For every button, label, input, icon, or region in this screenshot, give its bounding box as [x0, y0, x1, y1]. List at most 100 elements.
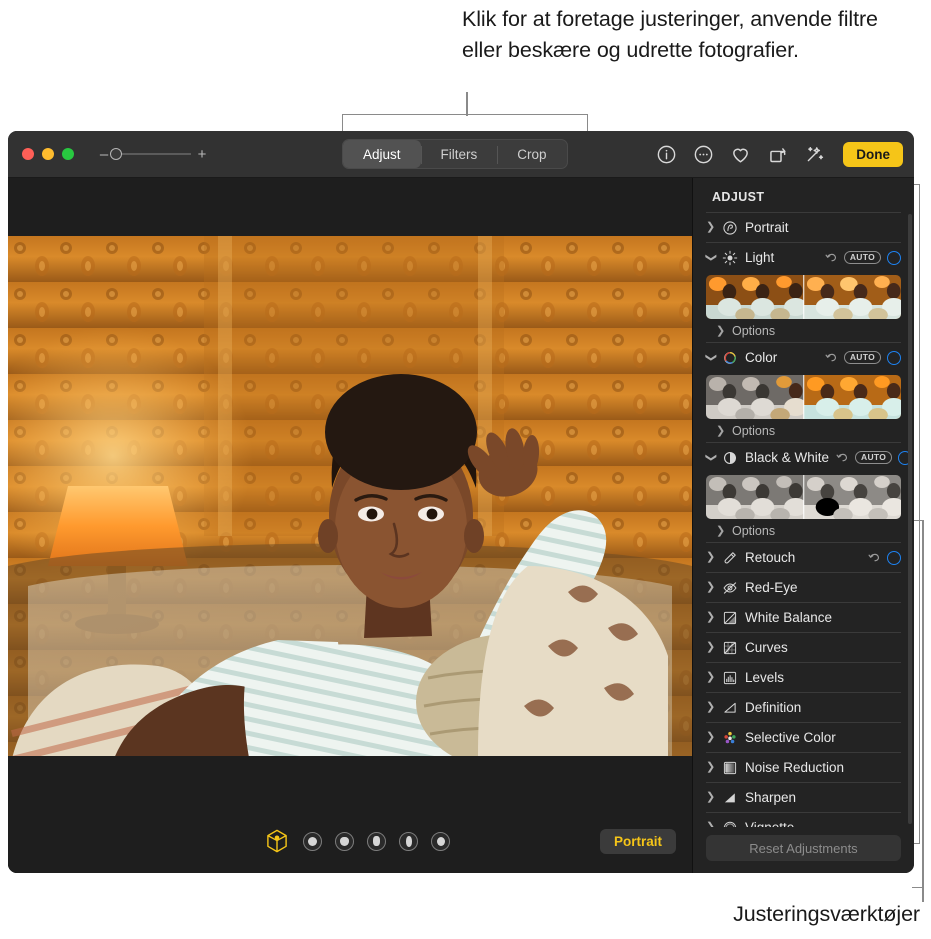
sidebar-item-definition[interactable]: ❯ Definition: [706, 692, 901, 722]
stage-light-button[interactable]: [367, 831, 386, 851]
mode-segmented-control[interactable]: Adjust Filters Crop: [342, 139, 568, 169]
chevron-right-icon[interactable]: ❯: [706, 672, 715, 683]
sidebar-item-levels[interactable]: ❯ Levels: [706, 662, 901, 692]
top-callout-text: Klik for at foretage justeringer, anvend…: [462, 7, 878, 62]
thumbnail-group-left[interactable]: [706, 375, 808, 419]
chevron-right-icon[interactable]: ❯: [706, 762, 715, 773]
zoom-button[interactable]: [62, 148, 74, 160]
auto-button[interactable]: AUTO: [855, 451, 893, 464]
enable-toggle[interactable]: [887, 350, 901, 365]
more-options-icon[interactable]: [693, 144, 714, 165]
chevron-right-icon[interactable]: ❯: [706, 642, 715, 653]
chevron-right-icon[interactable]: ❯: [716, 325, 725, 337]
black-and-white-options-row[interactable]: ❯ Options: [706, 520, 901, 542]
thumbnail-group-left[interactable]: [706, 275, 808, 319]
enhance-icon[interactable]: [804, 144, 825, 165]
thumbnail-group-left[interactable]: [706, 475, 808, 519]
favorite-icon[interactable]: [730, 144, 751, 165]
photos-editor-window: – + Adjust Filters Crop Done Portrait AD…: [8, 131, 914, 873]
tab-filters[interactable]: Filters: [420, 140, 498, 168]
reset-icon[interactable]: [868, 551, 881, 564]
info-icon[interactable]: [656, 144, 677, 165]
auto-button[interactable]: AUTO: [843, 351, 881, 364]
chevron-right-icon[interactable]: ❯: [706, 702, 715, 713]
sidebar-item-label: Color: [745, 350, 778, 365]
chevron-right-icon[interactable]: ❯: [706, 792, 715, 803]
portrait-lighting-modes[interactable]: [264, 828, 450, 854]
close-button[interactable]: [22, 148, 34, 160]
chevron-right-icon[interactable]: ❯: [706, 222, 715, 233]
chevron-right-icon[interactable]: ❯: [716, 525, 725, 537]
chevron-right-icon[interactable]: ❯: [706, 582, 715, 593]
adjustments-list[interactable]: ❯ Portrait ❯ Light AUTO ❯ Options ❯ Colo…: [693, 212, 914, 827]
reset-icon[interactable]: [825, 351, 838, 364]
chevron-right-icon[interactable]: ❯: [706, 552, 715, 563]
sidebar-item-curves[interactable]: ❯ Curves: [706, 632, 901, 662]
high-key-light-mono-button[interactable]: [431, 831, 450, 851]
sidebar-item-portrait[interactable]: ❯ Portrait: [706, 212, 901, 242]
portrait-icon: [723, 220, 737, 235]
reset-icon[interactable]: [825, 251, 838, 264]
chevron-right-icon[interactable]: ❯: [706, 732, 715, 743]
light-options-row[interactable]: ❯ Options: [706, 320, 901, 342]
edited-photo[interactable]: [8, 236, 692, 756]
done-button[interactable]: Done: [843, 141, 903, 167]
zoom-slider-track[interactable]: [110, 148, 191, 160]
tab-crop[interactable]: Crop: [497, 140, 566, 168]
adjust-sidebar: ADJUST ❯ Portrait ❯ Light AUTO ❯ Options…: [692, 178, 914, 873]
studio-light-button[interactable]: [303, 831, 322, 851]
zoom-in-icon[interactable]: +: [194, 147, 210, 162]
auto-button[interactable]: AUTO: [843, 251, 881, 264]
color-options-row[interactable]: ❯ Options: [706, 420, 901, 442]
tab-adjust[interactable]: Adjust: [343, 140, 421, 168]
chevron-down-icon[interactable]: ❯: [705, 453, 717, 462]
reset-icon[interactable]: [836, 451, 849, 464]
rotate-icon[interactable]: [767, 144, 788, 165]
sidebar-item-label: Light: [745, 250, 775, 265]
noise-reduction-icon: [723, 761, 737, 774]
chevron-down-icon[interactable]: ❯: [705, 253, 717, 262]
sidebar-item-label: Selective Color: [745, 730, 836, 745]
sidebar-item-sharpen[interactable]: ❯ Sharpen: [706, 782, 901, 812]
sidebar-item-light[interactable]: ❯ Light AUTO: [705, 242, 901, 272]
chevron-right-icon[interactable]: ❯: [706, 612, 715, 623]
thumbnail-preview: [803, 275, 901, 319]
light-thumbnail-strip[interactable]: [706, 275, 901, 319]
chevron-down-icon[interactable]: ❯: [705, 353, 717, 362]
thumbnail-group-right[interactable]: [803, 375, 901, 419]
white-balance-icon: [723, 611, 737, 624]
contour-light-button[interactable]: [335, 831, 354, 851]
minimize-button[interactable]: [42, 148, 54, 160]
chevron-right-icon[interactable]: ❯: [706, 822, 715, 828]
enable-toggle[interactable]: [887, 550, 901, 565]
curves-icon: [723, 641, 737, 654]
reset-adjustments-button[interactable]: Reset Adjustments: [706, 835, 901, 861]
natural-light-icon[interactable]: [264, 828, 290, 854]
sidebar-scrollbar[interactable]: [908, 214, 912, 824]
color-thumbnail-strip[interactable]: [706, 375, 901, 419]
photo-bottom-bar: Portrait: [8, 809, 692, 873]
sidebar-item-red-eye[interactable]: ❯ Red-Eye: [706, 572, 901, 602]
strip-selection-divider: [802, 475, 805, 519]
sidebar-item-retouch[interactable]: ❯ Retouch: [706, 542, 901, 572]
zoom-slider[interactable]: – +: [96, 147, 210, 162]
thumbnail-preview: [803, 375, 901, 419]
options-label: Options: [732, 324, 776, 338]
portrait-badge[interactable]: Portrait: [599, 828, 676, 854]
sidebar-item-noise-reduction[interactable]: ❯ Noise Reduction: [706, 752, 901, 782]
thumbnail-preview: [803, 475, 901, 519]
sidebar-item-color[interactable]: ❯ Color AUTO: [705, 342, 901, 372]
zoom-slider-knob[interactable]: [110, 148, 122, 160]
sidebar-item-vignette[interactable]: ❯ Vignette: [706, 812, 901, 827]
chevron-right-icon[interactable]: ❯: [716, 425, 725, 437]
black-and-white-thumbnail-strip[interactable]: [706, 475, 901, 519]
enable-toggle[interactable]: [887, 250, 901, 265]
photo-container[interactable]: [8, 236, 692, 756]
thumbnail-group-right[interactable]: [803, 275, 901, 319]
stage-light-mono-button[interactable]: [399, 831, 418, 851]
sidebar-item-black-and-white[interactable]: ❯ Black & White AUTO: [705, 442, 913, 472]
sidebar-item-white-balance[interactable]: ❯ White Balance: [706, 602, 901, 632]
sidebar-item-selective-color[interactable]: ❯ Selective Color: [706, 722, 901, 752]
red-eye-icon: [723, 581, 737, 594]
thumbnail-group-right[interactable]: [803, 475, 901, 519]
